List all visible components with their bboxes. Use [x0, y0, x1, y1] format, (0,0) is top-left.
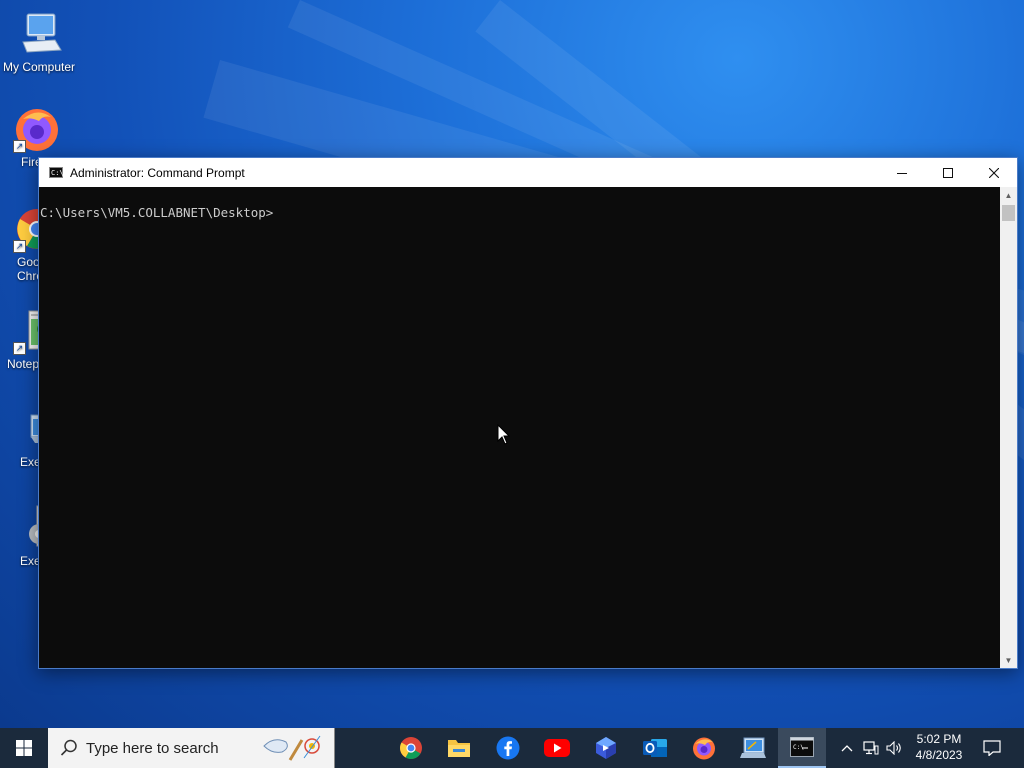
power-automate-icon — [596, 737, 616, 759]
start-button[interactable] — [0, 728, 48, 768]
window-title: Administrator: Command Prompt — [70, 165, 245, 180]
speaker-icon — [886, 741, 901, 755]
taskbar-facebook[interactable] — [484, 728, 532, 768]
youtube-icon — [544, 739, 570, 757]
clock-date: 4/8/2023 — [915, 748, 963, 762]
windows-logo-icon — [16, 740, 32, 756]
scroll-thumb[interactable] — [1002, 205, 1015, 221]
taskbar-command-prompt[interactable]: C:\ — [778, 728, 826, 768]
close-button[interactable] — [971, 158, 1017, 187]
taskbar-executable[interactable] — [729, 728, 777, 768]
network-icon — [863, 741, 879, 755]
search-highlight-illustration-icon — [263, 735, 321, 761]
command-prompt-icon: C:\ — [790, 737, 814, 757]
shortcut-arrow-icon: ↗ — [13, 140, 26, 153]
window-titlebar[interactable]: C:\ Administrator: Command Prompt — [39, 158, 1017, 187]
command-prompt-line: C:\Users\VM5.COLLABNET\Desktop> — [40, 205, 274, 220]
search-icon — [60, 739, 77, 756]
computer-icon — [15, 10, 63, 58]
show-hidden-icons-button[interactable] — [837, 728, 857, 768]
maximize-button[interactable] — [925, 158, 971, 187]
search-placeholder: Type here to search — [86, 739, 219, 757]
close-icon — [989, 167, 999, 178]
chrome-icon — [400, 737, 422, 759]
vertical-scrollbar[interactable]: ▲ ▼ — [1000, 187, 1017, 668]
taskbar-search-box[interactable]: Type here to search — [48, 728, 335, 768]
firefox-icon — [693, 737, 715, 760]
taskbar-clock[interactable]: 5:02 PM 4/8/2023 — [912, 731, 966, 763]
taskbar: Type here to search C:\ 5:02 PM 4/8/2023 — [0, 728, 1024, 768]
command-prompt-icon: C:\ — [49, 167, 64, 178]
mouse-cursor-icon — [497, 424, 511, 445]
taskbar-outlook[interactable] — [631, 728, 679, 768]
taskbar-file-explorer[interactable] — [435, 728, 483, 768]
clock-time: 5:02 PM — [916, 732, 962, 746]
taskbar-power-automate[interactable] — [582, 728, 630, 768]
desktop-icon-label: Goo Chro — [17, 255, 44, 283]
shortcut-arrow-icon: ↗ — [13, 240, 26, 253]
desktop-icon-my-computer[interactable]: My Computer — [1, 10, 77, 74]
volume-button[interactable] — [884, 728, 906, 768]
chevron-up-icon — [841, 745, 853, 752]
taskbar-firefox[interactable] — [680, 728, 728, 768]
minimize-icon — [897, 172, 907, 174]
facebook-icon — [496, 736, 520, 760]
taskbar-chrome[interactable] — [387, 728, 435, 768]
shortcut-arrow-icon: ↗ — [13, 342, 26, 355]
file-explorer-icon — [448, 740, 470, 757]
notification-icon — [983, 740, 1001, 756]
scroll-up-arrow-icon[interactable]: ▲ — [1000, 187, 1017, 203]
desktop-icon-label: My Computer — [2, 60, 76, 74]
notifications-button[interactable] — [968, 728, 1016, 768]
network-status-button[interactable] — [861, 728, 881, 768]
taskbar-youtube[interactable] — [533, 728, 581, 768]
minimize-button[interactable] — [879, 158, 925, 187]
executable-icon — [740, 737, 766, 758]
console-output[interactable]: C:\Users\VM5.COLLABNET\Desktop> — [39, 187, 1000, 668]
command-prompt-window[interactable]: C:\ Administrator: Command Prompt C:\Use… — [38, 157, 1018, 669]
firefox-icon: ↗ — [13, 105, 61, 153]
maximize-icon — [943, 167, 953, 178]
outlook-icon — [643, 739, 667, 757]
scroll-down-arrow-icon[interactable]: ▼ — [1000, 652, 1017, 668]
